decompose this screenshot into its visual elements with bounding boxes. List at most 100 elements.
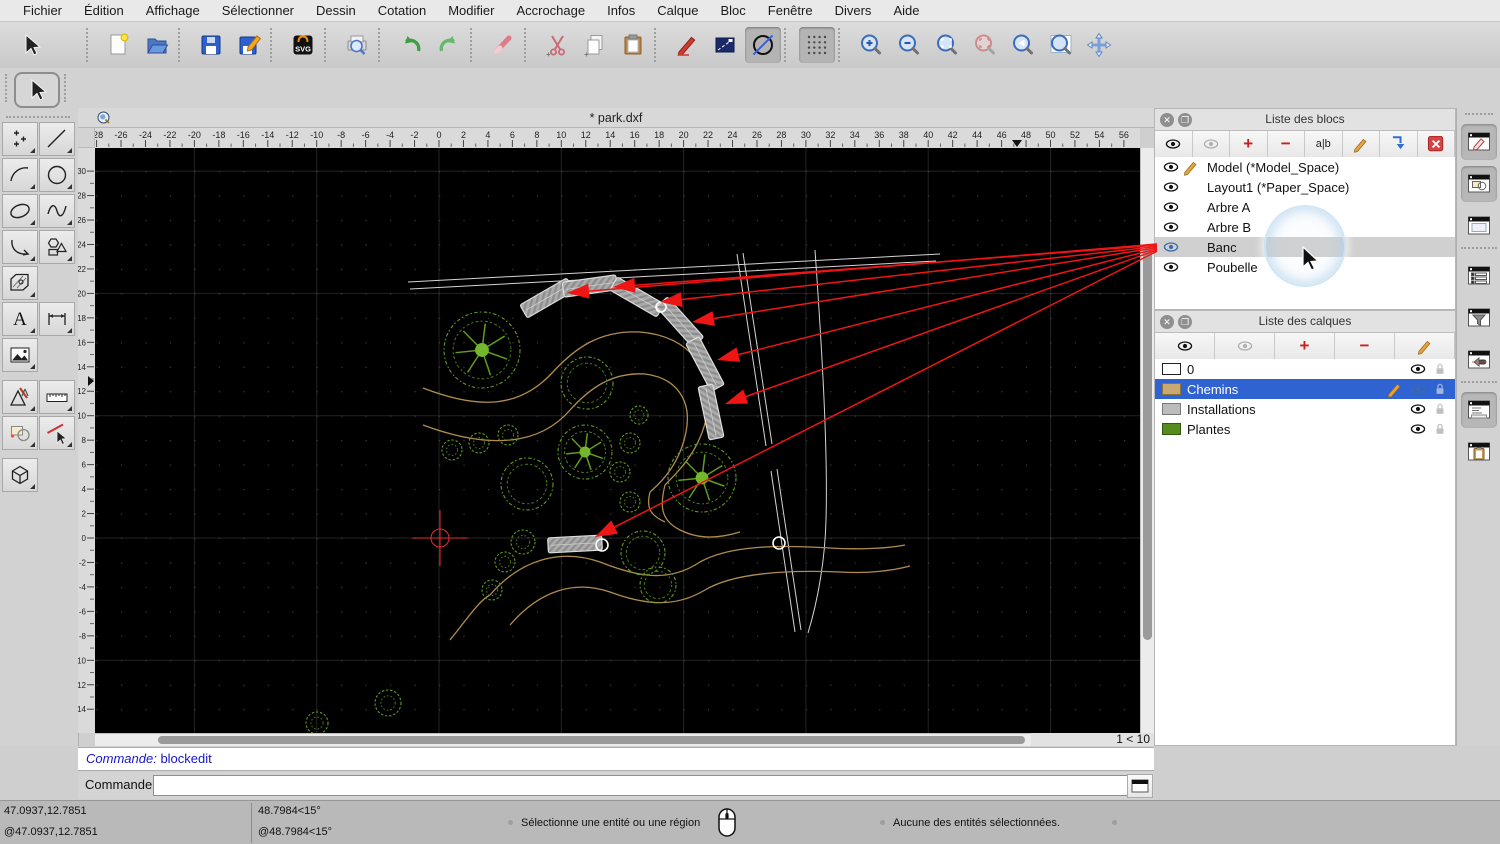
- menu-infos[interactable]: Infos: [596, 0, 646, 22]
- vertical-scrollbar-thumb[interactable]: [1143, 248, 1152, 640]
- dock-shapes-window-toggle[interactable]: [1461, 166, 1497, 202]
- layer-row[interactable]: Chemins: [1155, 379, 1455, 399]
- deselect-tool-button[interactable]: [39, 416, 75, 450]
- dimension-tool-button[interactable]: [39, 302, 75, 336]
- layer-visibility-eye[interactable]: [1408, 359, 1428, 379]
- menu-dessin[interactable]: Dessin: [305, 0, 367, 22]
- draft-tool-button[interactable]: [2, 380, 38, 414]
- menu-modifier[interactable]: Modifier: [437, 0, 505, 22]
- layer-visibility-eye[interactable]: [1408, 419, 1428, 439]
- paste-button[interactable]: [615, 27, 651, 63]
- document-titlebar[interactable]: * park.dxf: [78, 108, 1154, 128]
- hide-all-layers-button[interactable]: [1215, 333, 1275, 359]
- polygon-tool-button[interactable]: [39, 230, 75, 264]
- menu-fichier[interactable]: Fichier: [12, 0, 73, 22]
- dock-list-window-toggle[interactable]: [1461, 258, 1497, 294]
- zoom-out-button[interactable]: [891, 27, 927, 63]
- block-row[interactable]: Poubelle: [1155, 257, 1455, 277]
- layer-edit-pencil[interactable]: [1385, 379, 1405, 399]
- open-folder-button[interactable]: [139, 27, 175, 63]
- command-input[interactable]: [153, 775, 1133, 796]
- block-row[interactable]: Layout1 (*Paper_Space): [1155, 177, 1455, 197]
- select-tool-button[interactable]: [14, 72, 60, 108]
- redo-button[interactable]: [431, 27, 467, 63]
- zoom-select-button[interactable]: [967, 27, 1003, 63]
- vertical-scrollbar[interactable]: [1140, 148, 1154, 733]
- hide-all-blocks-button[interactable]: [1193, 131, 1231, 157]
- hatch-tool-button[interactable]: [2, 266, 38, 300]
- undo-button[interactable]: [393, 27, 429, 63]
- block-visibility-eye[interactable]: [1161, 177, 1181, 197]
- menu-fentre[interactable]: Fenêtre: [757, 0, 824, 22]
- dock-blank-window-toggle[interactable]: [1461, 208, 1497, 244]
- edit-block-button[interactable]: [1343, 131, 1381, 157]
- show-all-layers-button[interactable]: [1155, 333, 1215, 359]
- horizontal-scrollbar-thumb[interactable]: [158, 736, 1025, 744]
- dock-pencil-window-toggle[interactable]: [1461, 124, 1497, 160]
- block-visibility-eye[interactable]: [1161, 217, 1181, 237]
- cut-button[interactable]: +: [539, 27, 575, 63]
- layer-visibility-eye[interactable]: [1408, 379, 1428, 399]
- cube-tool-button[interactable]: [2, 458, 38, 492]
- rename-block-button[interactable]: a|b: [1305, 131, 1343, 157]
- measure-tool-button[interactable]: [39, 380, 75, 414]
- remove-layer-button[interactable]: −: [1335, 333, 1395, 359]
- ellipse-tool-button[interactable]: [2, 194, 38, 228]
- layer-visibility-eye[interactable]: [1408, 399, 1428, 419]
- layer-lock-icon[interactable]: [1431, 420, 1449, 438]
- svg-export-button[interactable]: SVG: [285, 27, 321, 63]
- print-preview-button[interactable]: [339, 27, 375, 63]
- insert-block-button[interactable]: [1380, 131, 1418, 157]
- block-visibility-eye[interactable]: [1161, 157, 1181, 177]
- line-tool-button[interactable]: [39, 122, 75, 156]
- arc-tool-button[interactable]: [2, 158, 38, 192]
- dock-projector-window-toggle[interactable]: [1461, 342, 1497, 378]
- drawing-canvas[interactable]: [95, 148, 1140, 733]
- circle-tool-button[interactable]: [39, 158, 75, 192]
- pen-button[interactable]: [669, 27, 705, 63]
- block-visibility-eye[interactable]: [1161, 257, 1181, 277]
- grid-button[interactable]: [799, 27, 835, 63]
- menu-bloc[interactable]: Bloc: [709, 0, 756, 22]
- dock-clipboard-window-toggle[interactable]: [1461, 434, 1497, 470]
- select-arrow-button[interactable]: [13, 27, 49, 63]
- selection-rect-button[interactable]: [707, 27, 743, 63]
- new-document-button[interactable]: [101, 27, 137, 63]
- menu-affichage[interactable]: Affichage: [135, 0, 211, 22]
- save-button[interactable]: [193, 27, 229, 63]
- remove-block-button[interactable]: −: [1268, 131, 1306, 157]
- block-row[interactable]: Arbre B: [1155, 217, 1455, 237]
- eraser-button[interactable]: [485, 27, 521, 63]
- dock-command-window-toggle[interactable]: [1461, 392, 1497, 428]
- block-row[interactable]: Model (*Model_Space): [1155, 157, 1455, 177]
- menu-aide[interactable]: Aide: [882, 0, 930, 22]
- zoom-auto-button[interactable]: [929, 27, 965, 63]
- bench-block[interactable]: [548, 535, 603, 553]
- image-tool-button[interactable]: [2, 338, 38, 372]
- menu-divers[interactable]: Divers: [824, 0, 883, 22]
- text-tool-button[interactable]: A: [2, 302, 38, 336]
- circle-line-button[interactable]: [745, 27, 781, 63]
- block-row[interactable]: Arbre A: [1155, 197, 1455, 217]
- menu-accrochage[interactable]: Accrochage: [505, 0, 596, 22]
- polyline-tool-button[interactable]: [2, 230, 38, 264]
- horizontal-scrollbar[interactable]: [95, 733, 1031, 746]
- block-visibility-eye[interactable]: [1161, 237, 1181, 257]
- delete-block-button[interactable]: [1418, 131, 1456, 157]
- layer-lock-icon[interactable]: [1431, 400, 1449, 418]
- library-tool-button[interactable]: [2, 416, 38, 450]
- zoom-in-button[interactable]: [853, 27, 889, 63]
- show-all-blocks-button[interactable]: [1155, 131, 1193, 157]
- zoom-pan-button[interactable]: [1081, 27, 1117, 63]
- layer-row[interactable]: Plantes: [1155, 419, 1455, 439]
- layer-lock-icon[interactable]: [1431, 380, 1449, 398]
- spline-tool-button[interactable]: [39, 194, 75, 228]
- menu-slectionner[interactable]: Sélectionner: [211, 0, 305, 22]
- layer-row[interactable]: Installations: [1155, 399, 1455, 419]
- add-block-button[interactable]: +: [1230, 131, 1268, 157]
- menu-calque[interactable]: Calque: [646, 0, 709, 22]
- copy-button[interactable]: +: [577, 27, 613, 63]
- add-layer-button[interactable]: +: [1275, 333, 1335, 359]
- block-visibility-eye[interactable]: [1161, 197, 1181, 217]
- command-detach-button[interactable]: [1127, 774, 1153, 798]
